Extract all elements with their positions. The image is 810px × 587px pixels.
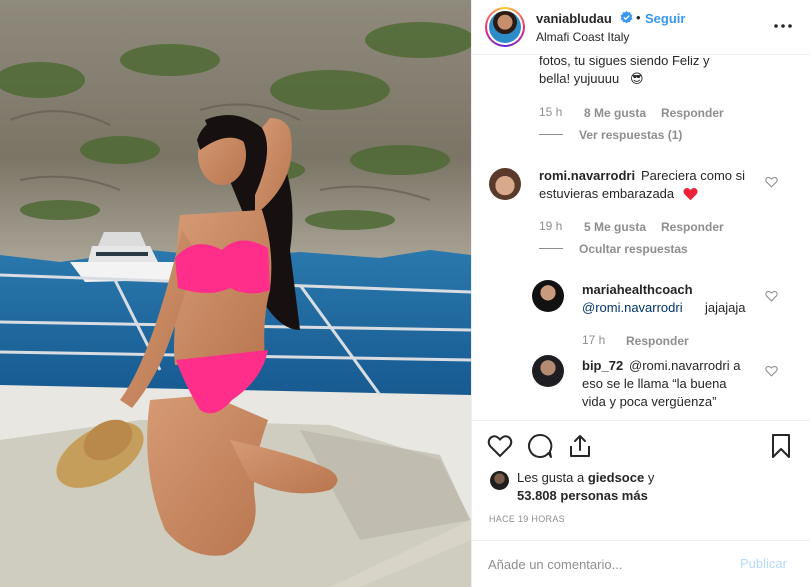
comment-icon[interactable] — [527, 433, 553, 459]
reply-like-heart-icon[interactable] — [765, 290, 778, 302]
add-comment-bar: Publicar — [472, 540, 810, 587]
commenter-username[interactable]: romi.navarrodri — [539, 167, 635, 185]
post-photo-illustration — [0, 0, 471, 587]
reply-mention[interactable]: @romi.navarrodri — [582, 299, 683, 317]
comment-likes[interactable]: 5 Me gusta — [584, 220, 646, 234]
post-details-panel: vaniabludau • Seguir Almafi Coast Italy … — [471, 0, 810, 587]
likes-count[interactable]: 53.808 personas más — [517, 488, 648, 503]
comment-time[interactable]: 19 h — [539, 219, 562, 233]
post-actions: Les gusta a giedsoce y 53.808 personas m… — [472, 420, 810, 540]
hide-replies-button[interactable]: Ocultar respuestas — [579, 242, 688, 256]
comment-like-heart-icon[interactable] — [765, 176, 778, 188]
replies-divider — [539, 134, 563, 135]
follow-button[interactable]: Seguir — [645, 11, 685, 26]
reply-username[interactable]: mariahealthcoach — [582, 281, 693, 299]
comment-text-line2: bella! yujuuuu — [539, 71, 620, 86]
reply-text-line3: vida y poca vergüenza” — [582, 394, 717, 409]
commenter-avatar[interactable] — [489, 168, 521, 200]
post-location[interactable]: Almafi Coast Italy — [536, 30, 629, 44]
reply-text: jajajaja — [705, 300, 746, 315]
reply-username[interactable]: bip_72 — [582, 357, 623, 375]
view-replies-button[interactable]: Ver respuestas (1) — [579, 128, 682, 142]
comments-list[interactable]: fotos, tu sigues siendo Feliz y bella! y… — [472, 56, 810, 420]
reply-avatar[interactable] — [532, 355, 564, 387]
bookmark-icon[interactable] — [768, 433, 794, 459]
likes-suffix: y — [647, 470, 655, 485]
comment-text-line1: fotos, tu sigues siendo Feliz y — [539, 56, 710, 68]
publish-button[interactable]: Publicar — [740, 556, 787, 571]
reply-text-line1: @romi.navarrodri a — [629, 358, 741, 373]
more-options-icon[interactable] — [772, 17, 794, 35]
comment-likes[interactable]: 8 Me gusta — [584, 106, 646, 120]
header-separator: • — [636, 10, 641, 25]
reply-avatar[interactable] — [532, 280, 564, 312]
reply-reply-button[interactable]: Responder — [626, 334, 689, 348]
post-timestamp[interactable]: HACE 19 HORAS — [489, 514, 565, 524]
replies-divider — [539, 248, 563, 249]
comment-time[interactable]: 15 h — [539, 105, 562, 119]
reply-like-heart-icon[interactable] — [765, 365, 778, 377]
comment-reply-button[interactable]: Responder — [661, 220, 724, 234]
comment-text-line2: estuvieras embarazada — [539, 186, 675, 201]
author-avatar[interactable] — [485, 7, 525, 47]
comment-reply-button[interactable]: Responder — [661, 106, 724, 120]
reply-text-line2: eso se le llama “la buena — [582, 376, 727, 391]
likes-user[interactable]: giedsoce — [588, 470, 644, 485]
author-username[interactable]: vaniabludau — [536, 11, 612, 26]
post-header: vaniabludau • Seguir Almafi Coast Italy — [472, 0, 810, 55]
verified-badge-icon — [620, 11, 633, 24]
comment-input[interactable] — [488, 553, 728, 575]
comment-emoji: 😎 — [630, 71, 644, 86]
likes-prefix: Les gusta a — [517, 470, 585, 485]
reply-time[interactable]: 17 h — [582, 333, 605, 347]
liker-avatar[interactable] — [490, 471, 509, 490]
post-photo[interactable] — [0, 0, 471, 587]
likes-summary[interactable]: Les gusta a giedsoce y 53.808 personas m… — [517, 469, 654, 505]
share-icon[interactable] — [567, 433, 593, 459]
comment-text-line1: Pareciera como si — [641, 168, 746, 183]
red-heart-emoji-icon — [683, 187, 698, 201]
heart-icon[interactable] — [487, 433, 513, 459]
